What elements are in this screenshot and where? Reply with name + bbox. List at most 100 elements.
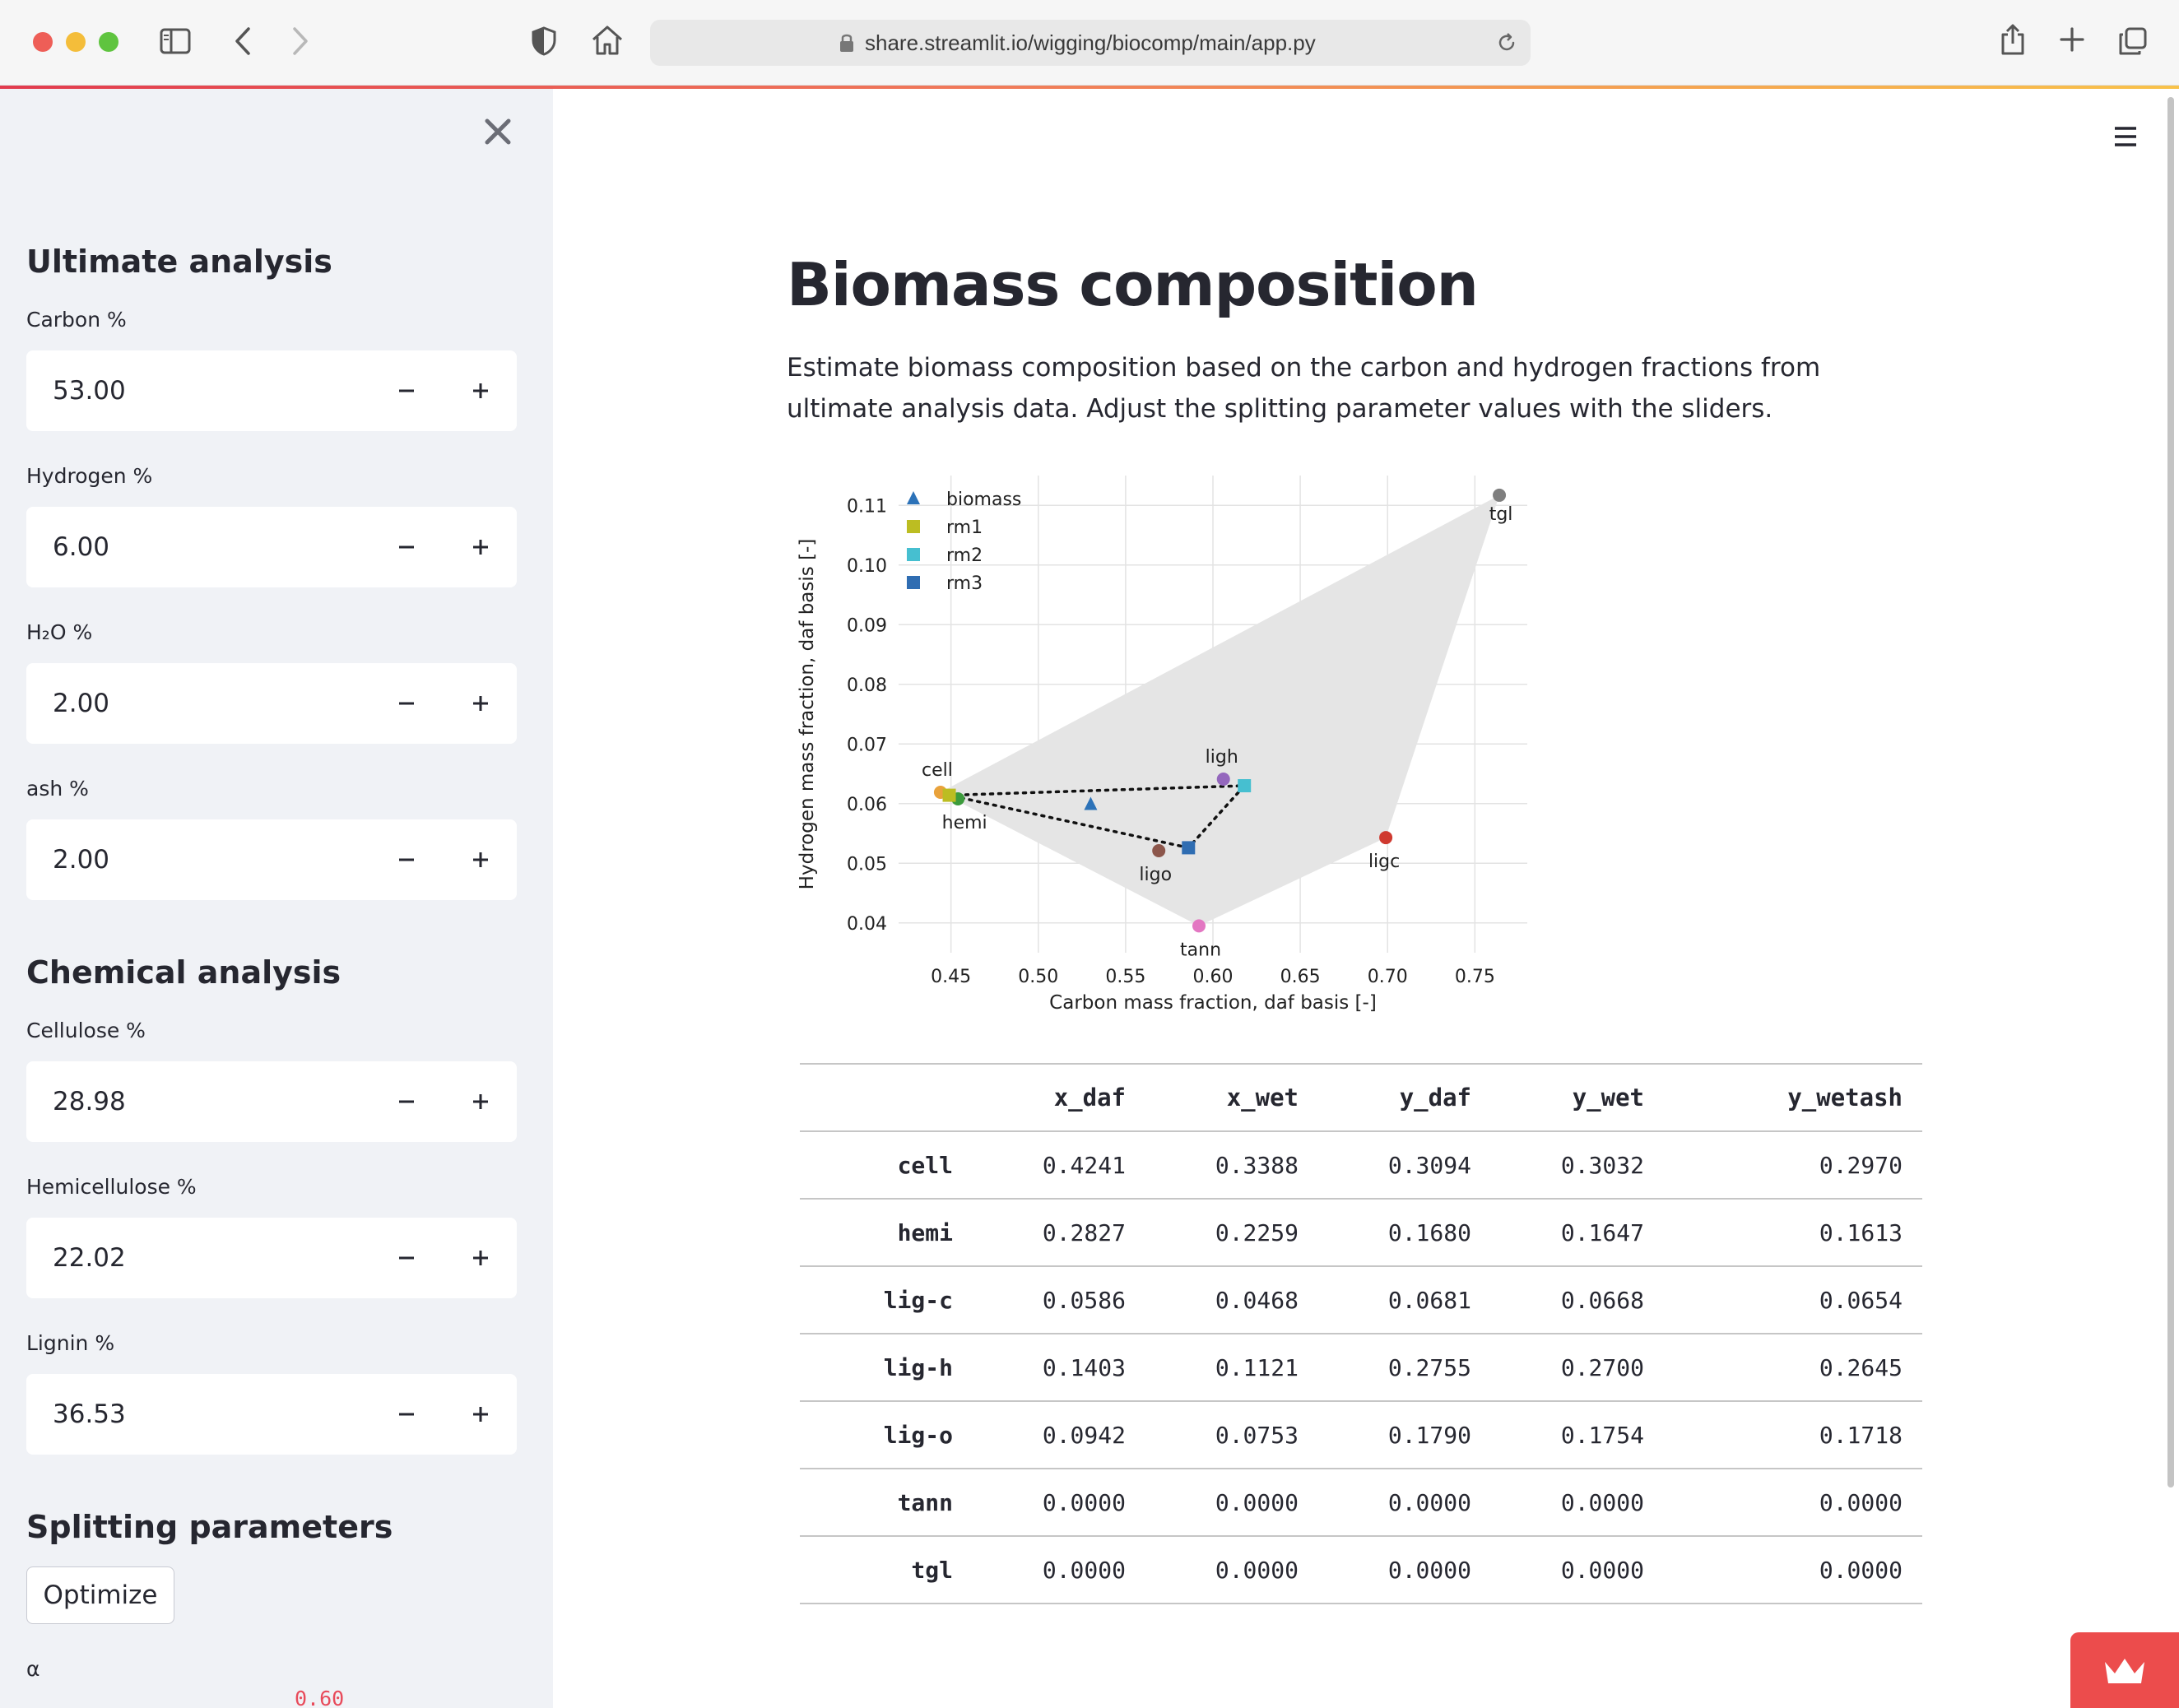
hydrogen-increment-button[interactable] <box>456 522 505 572</box>
row-label: lig-c <box>800 1266 973 1334</box>
table-cell: 0.1790 <box>1318 1401 1491 1469</box>
carbon-decrement-button[interactable] <box>382 366 431 415</box>
ash-increment-button[interactable] <box>456 835 505 884</box>
y-tick-label: 0.11 <box>847 496 887 517</box>
table-column-header: x_wet <box>1145 1063 1318 1132</box>
sidebar-toggle-icon[interactable] <box>160 28 191 54</box>
reload-icon[interactable] <box>1496 32 1517 53</box>
scrollbar[interactable] <box>2167 97 2174 1488</box>
table-cell: 0.4241 <box>973 1131 1145 1200</box>
home-icon[interactable] <box>591 25 624 56</box>
table-cell: 0.1403 <box>973 1334 1145 1402</box>
water-decrement-button[interactable] <box>382 679 431 728</box>
lignin-value[interactable]: 36.53 <box>53 1374 126 1455</box>
forward-icon[interactable] <box>291 26 309 56</box>
table-row: cell 0.4241 0.3388 0.3094 0.3032 0.2970 <box>800 1131 1922 1200</box>
lignin-input[interactable]: 36.53 <box>26 1374 517 1455</box>
x-tick-label: 0.45 <box>931 967 971 987</box>
legend-label-biomass: biomass <box>946 490 1021 510</box>
alpha-slider-value: 0.60 <box>295 1687 345 1708</box>
minimize-window-button[interactable] <box>66 32 86 52</box>
close-icon[interactable] <box>481 115 514 148</box>
legend-marker-rm2 <box>907 548 920 561</box>
address-bar[interactable]: share.streamlit.io/wigging/biocomp/main/… <box>650 20 1531 66</box>
carbon-input[interactable]: 53.00 <box>26 350 517 431</box>
ash-value[interactable]: 2.00 <box>53 819 109 900</box>
hemicellulose-input[interactable]: 22.02 <box>26 1218 517 1298</box>
table-header-row: x_daf x_wet y_daf y_wet y_wetash <box>800 1063 1922 1132</box>
legend-label-rm2: rm2 <box>946 545 983 566</box>
y-tick-label: 0.09 <box>847 615 887 636</box>
minus-icon <box>399 858 414 861</box>
water-value[interactable]: 2.00 <box>53 663 109 744</box>
ash-input[interactable]: 2.00 <box>26 819 517 900</box>
menu-icon[interactable] <box>2107 120 2143 153</box>
table-cell: 0.0753 <box>1145 1401 1318 1469</box>
carbon-increment-button[interactable] <box>456 366 505 415</box>
table-cell: 0.0000 <box>973 1536 1145 1604</box>
point-ligo <box>1152 844 1166 858</box>
cellulose-value[interactable]: 28.98 <box>53 1061 126 1142</box>
minus-icon <box>399 1100 414 1103</box>
row-label: tgl <box>800 1536 973 1604</box>
table-cell: 0.0586 <box>973 1266 1145 1334</box>
hemicellulose-decrement-button[interactable] <box>382 1233 431 1283</box>
hydrogen-label: Hydrogen % <box>26 464 153 488</box>
hydrogen-input[interactable]: 6.00 <box>26 507 517 587</box>
row-label: lig-o <box>800 1401 973 1469</box>
table-cell: 0.0668 <box>1491 1266 1664 1334</box>
lignin-decrement-button[interactable] <box>382 1390 431 1439</box>
y-axis-label: Hydrogen mass fraction, daf basis [-] <box>797 539 818 890</box>
hemicellulose-increment-button[interactable] <box>456 1233 505 1283</box>
lignin-label: Lignin % <box>26 1331 115 1355</box>
table-column-header: y_wet <box>1491 1063 1664 1132</box>
point-label-ligh: ligh <box>1206 747 1238 768</box>
carbon-value[interactable]: 53.00 <box>53 350 126 431</box>
cellulose-decrement-button[interactable] <box>382 1077 431 1126</box>
streamlit-badge[interactable] <box>2070 1632 2179 1708</box>
cellulose-input[interactable]: 28.98 <box>26 1061 517 1142</box>
hemicellulose-value[interactable]: 22.02 <box>53 1218 126 1298</box>
row-label: cell <box>800 1131 973 1200</box>
ash-decrement-button[interactable] <box>382 835 431 884</box>
hydrogen-decrement-button[interactable] <box>382 522 431 572</box>
table-column-header: y_wetash <box>1664 1063 1922 1132</box>
x-tick-label: 0.55 <box>1105 967 1145 987</box>
point-tgl <box>1493 488 1507 502</box>
water-increment-button[interactable] <box>456 679 505 728</box>
sidebar: Ultimate analysis Carbon % 53.00 Hydroge… <box>0 89 553 1708</box>
y-tick-label: 0.10 <box>847 556 887 577</box>
marker-rm1 <box>942 788 956 802</box>
browser-toolbar: share.streamlit.io/wigging/biocomp/main/… <box>0 0 2179 86</box>
plus-icon <box>473 1251 488 1265</box>
table-cell: 0.1754 <box>1491 1401 1664 1469</box>
cellulose-label: Cellulose % <box>26 1019 146 1042</box>
y-tick-label: 0.05 <box>847 854 887 875</box>
table-cell: 0.2827 <box>973 1199 1145 1267</box>
table-row: hemi 0.2827 0.2259 0.1680 0.1647 0.1613 <box>800 1199 1922 1267</box>
close-window-button[interactable] <box>33 32 53 52</box>
new-tab-icon[interactable] <box>2059 26 2085 53</box>
lignin-increment-button[interactable] <box>456 1390 505 1439</box>
minus-icon <box>399 545 414 549</box>
row-label: tann <box>800 1469 973 1537</box>
table-cell: 0.0000 <box>1145 1536 1318 1604</box>
table-cell: 0.1718 <box>1664 1401 1922 1469</box>
legend-label-rm3: rm3 <box>946 573 983 594</box>
cellulose-increment-button[interactable] <box>456 1077 505 1126</box>
back-icon[interactable] <box>234 26 252 56</box>
row-label: hemi <box>800 1199 973 1267</box>
table-index-header <box>800 1063 973 1132</box>
share-icon[interactable] <box>2000 23 2026 56</box>
optimize-button[interactable]: Optimize <box>26 1566 174 1624</box>
hydrogen-value[interactable]: 6.00 <box>53 507 109 587</box>
ultimate-analysis-heading: Ultimate analysis <box>26 244 332 280</box>
table-cell: 0.0000 <box>1318 1469 1491 1537</box>
x-tick-label: 0.60 <box>1193 967 1234 987</box>
privacy-shield-icon[interactable] <box>532 26 556 56</box>
water-input[interactable]: 2.00 <box>26 663 517 744</box>
table-cell: 0.1680 <box>1318 1199 1491 1267</box>
tab-overview-icon[interactable] <box>2118 26 2148 56</box>
table-cell: 0.1647 <box>1491 1199 1664 1267</box>
maximize-window-button[interactable] <box>99 32 118 52</box>
